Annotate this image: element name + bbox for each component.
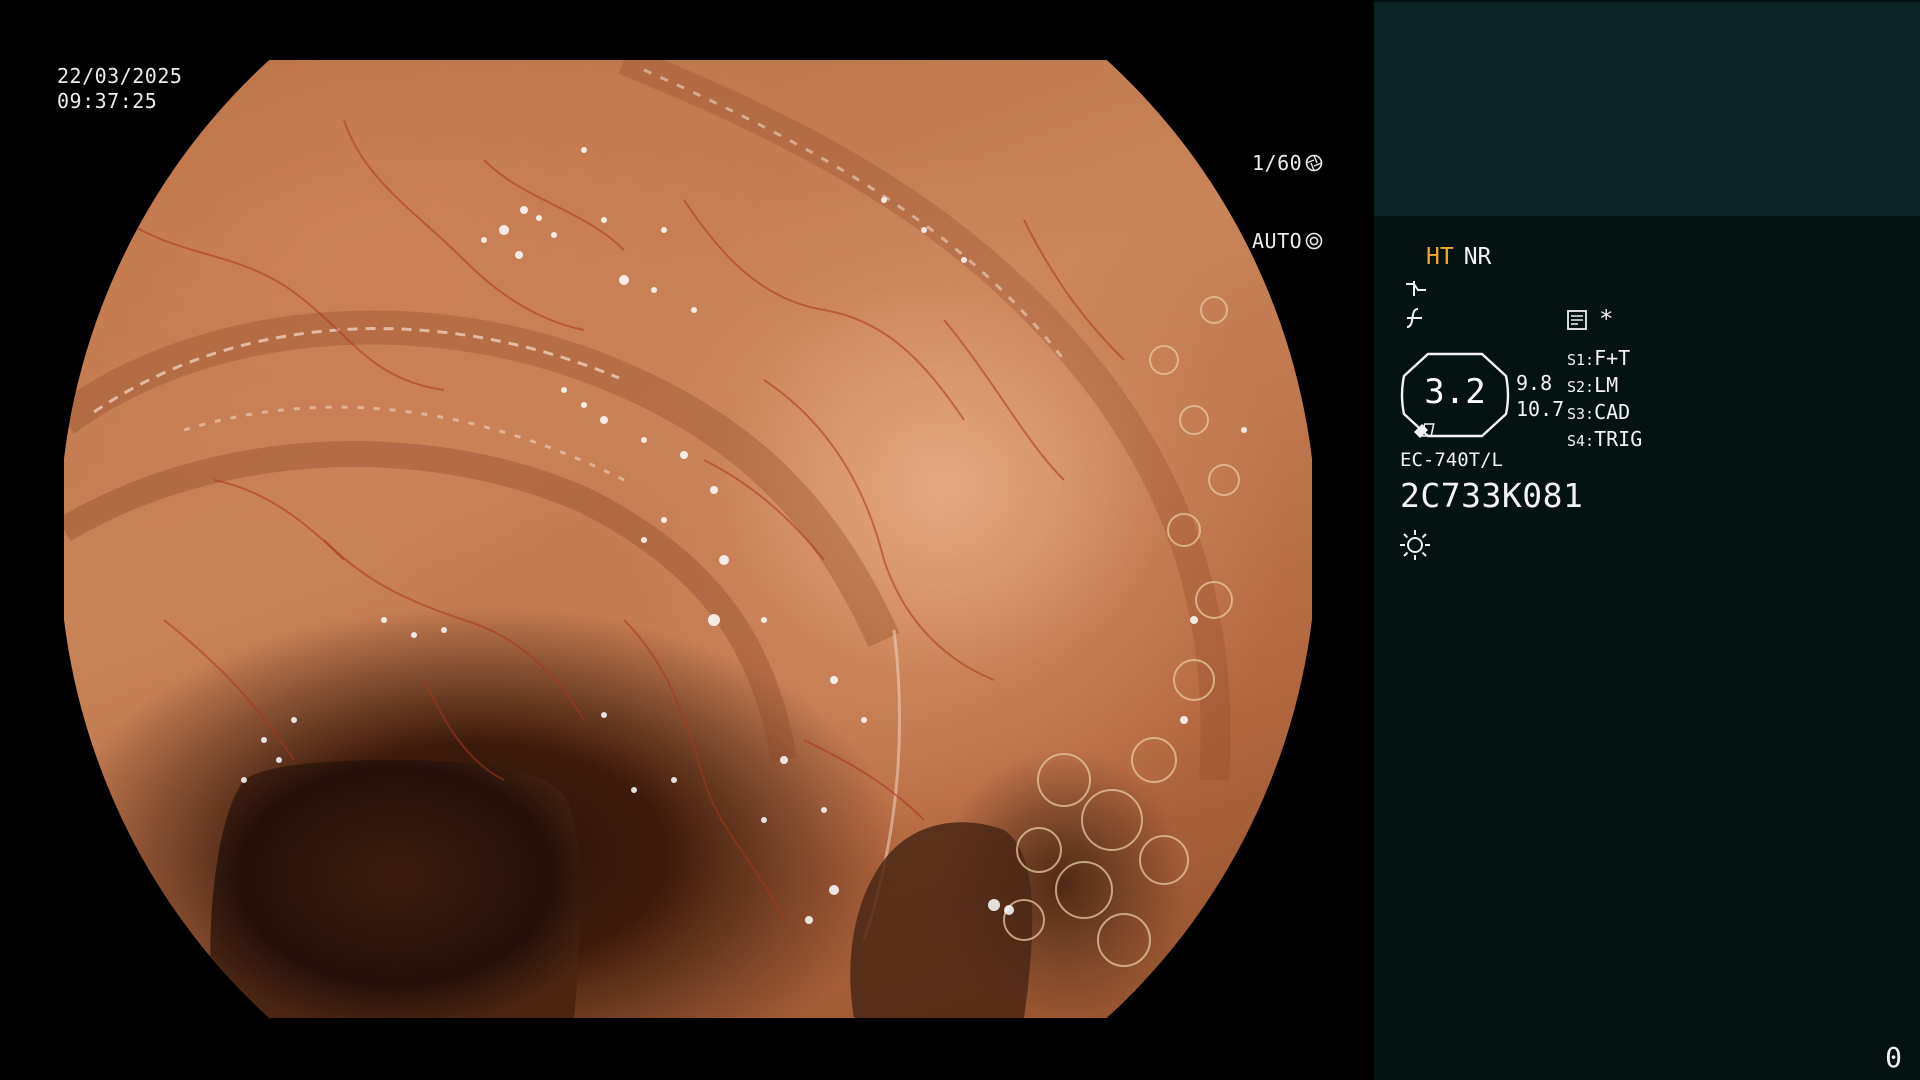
scope-model: EC-740T/L xyxy=(1400,449,1503,471)
preset-row: S3:CAD xyxy=(1567,400,1631,424)
record-settings-icon xyxy=(1567,310,1587,330)
panel-header-bar xyxy=(1374,2,1920,216)
preset-row: S4:TRIG xyxy=(1567,427,1643,451)
image-mode-row: HT NR xyxy=(1426,244,1491,270)
color-tone-icon xyxy=(1406,308,1422,328)
shutter-speed: 1/60 xyxy=(1252,150,1303,175)
light-source-icon xyxy=(1400,530,1430,560)
side-value-bottom: 10.7 xyxy=(1516,397,1565,421)
endoscopic-image xyxy=(64,60,1312,1018)
zoom-value: 3.2 xyxy=(1424,372,1486,412)
timestamp: 22/03/2025 09:37:25 xyxy=(57,64,182,114)
asterisk-indicator: * xyxy=(1599,305,1614,333)
mode-nr-indicator: NR xyxy=(1463,244,1492,270)
side-values: 9.8 10.7 xyxy=(1516,370,1564,422)
preset-row: S2:LM xyxy=(1567,373,1619,397)
status-panel: HT NR * 3.2 9.8 10.7 S1:F+T S2:LM S3:CAD… xyxy=(1374,0,1920,1080)
time-text: 09:37:25 xyxy=(57,89,158,113)
enhancement-curve-icon xyxy=(1406,281,1426,296)
date-text: 22/03/2025 xyxy=(57,64,183,88)
iris-row: AUTO xyxy=(1252,227,1327,255)
preset-row: S1:F+T xyxy=(1567,346,1631,370)
iris-icon xyxy=(1305,232,1323,250)
aperture-icon xyxy=(1305,154,1323,172)
side-value-top: 9.8 xyxy=(1516,371,1553,395)
exposure-info: 1/60 AUTO xyxy=(1252,99,1327,305)
iris-mode: AUTO xyxy=(1252,228,1303,253)
mucosa-illustration xyxy=(64,60,1247,1018)
endoscopy-monitor: 22/03/2025 09:37:25 1/60 AUTO HT NR * 3.… xyxy=(0,0,1920,1080)
scope-serial: 2C733K081 xyxy=(1400,476,1584,515)
image-counter: 0 xyxy=(1885,1041,1902,1074)
shutter-row: 1/60 xyxy=(1252,149,1327,177)
endoscope-video-area: 22/03/2025 09:37:25 1/60 AUTO xyxy=(0,0,1374,1080)
switch-presets: S1:F+T S2:LM S3:CAD S4:TRIG xyxy=(1567,346,1642,454)
mode-ht-indicator: HT xyxy=(1426,244,1454,270)
